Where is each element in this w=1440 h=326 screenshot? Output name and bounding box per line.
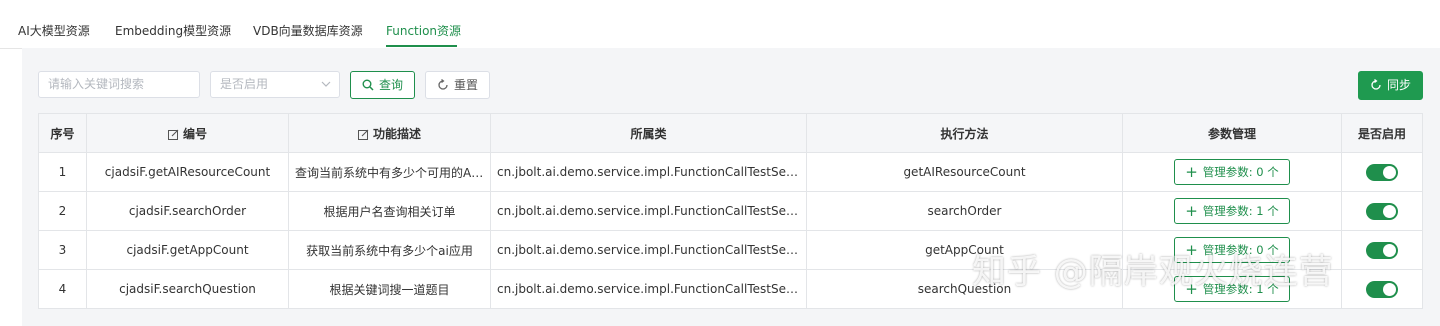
cell-enabled (1341, 191, 1423, 231)
table-header-row: 序号 编号 功能描述 所属类 执行方法 参数管理 是否启用 (38, 113, 1423, 153)
tab-embedding[interactable]: Embedding模型资源 (115, 22, 231, 39)
header-params: 参数管理 (1122, 113, 1342, 153)
manage-params-button[interactable]: + 管理参数: 0 个 (1174, 159, 1290, 185)
cell-params: + 管理参数: 0 个 (1122, 152, 1342, 192)
enabled-toggle[interactable] (1366, 241, 1398, 259)
sync-button-label: 同步 (1386, 78, 1411, 92)
sync-icon (1371, 79, 1381, 90)
search-icon (362, 79, 374, 91)
manage-params-label: 管理参数: 0 个 (1202, 165, 1279, 179)
enabled-toggle[interactable] (1366, 202, 1398, 220)
tab-vdb[interactable]: VDB向量数据库资源 (253, 22, 363, 39)
toggle-knob (1383, 165, 1396, 179)
tab-ai-model[interactable]: AI大模型资源 (18, 22, 90, 39)
table-row: 1 cjadsiF.getAIResourceCount 查询当前系统中有多少个… (38, 152, 1423, 192)
toggle-knob (1383, 204, 1396, 218)
tab-function[interactable]: Function资源 (386, 22, 461, 39)
refresh-icon (438, 79, 448, 90)
sync-button[interactable]: 同步 (1358, 71, 1423, 100)
query-button-label: 查询 (378, 78, 403, 92)
header-code: 编号 (86, 113, 289, 153)
cell-index: 2 (38, 191, 87, 231)
header-enabled: 是否启用 (1341, 113, 1423, 153)
plus-icon: + (1185, 163, 1198, 181)
cell-desc: 根据用户名查询相关订单 (288, 191, 491, 231)
watermark: 知乎 @隔岸观火烧连营 (972, 252, 1334, 292)
cell-class: cn.jbolt.ai.demo.service.impl.FunctionCa… (490, 230, 807, 270)
cell-code: cjadsiF.searchOrder (86, 191, 289, 231)
header-desc: 功能描述 (288, 113, 491, 153)
enabled-select-placeholder: 是否启用 (220, 77, 269, 91)
cell-code: cjadsiF.getAIResourceCount (86, 152, 289, 192)
chevron-down-icon (321, 81, 331, 87)
edit-icon (167, 129, 179, 140)
cell-params: + 管理参数: 1 个 (1122, 191, 1342, 231)
reset-button[interactable]: 重置 (425, 71, 490, 99)
enabled-toggle[interactable] (1366, 163, 1398, 181)
header-code-label: 编号 (182, 126, 207, 141)
table-row: 2 cjadsiF.searchOrder 根据用户名查询相关订单 cn.jbo… (38, 191, 1423, 231)
edit-icon (357, 129, 369, 140)
cell-class: cn.jbolt.ai.demo.service.impl.FunctionCa… (490, 191, 807, 231)
active-tab-indicator (386, 45, 457, 47)
cell-enabled (1341, 230, 1423, 270)
keyword-search-input[interactable]: 请输入关键词搜索 (38, 71, 200, 98)
reset-button-label: 重置 (453, 78, 478, 92)
manage-params-button[interactable]: + 管理参数: 1 个 (1174, 198, 1290, 224)
cell-enabled (1341, 152, 1423, 192)
header-index: 序号 (38, 113, 87, 153)
cell-desc: 查询当前系统中有多少个可用的AI... (288, 152, 491, 192)
plus-icon: + (1185, 202, 1198, 220)
cell-code: cjadsiF.getAppCount (86, 230, 289, 270)
cell-enabled (1341, 269, 1423, 309)
query-button[interactable]: 查询 (350, 71, 415, 99)
cell-method: getAIResourceCount (806, 152, 1123, 192)
cell-desc: 获取当前系统中有多少个ai应用 (288, 230, 491, 270)
header-class: 所属类 (490, 113, 807, 153)
cell-desc: 根据关键词搜一道题目 (288, 269, 491, 309)
toggle-knob (1383, 282, 1396, 296)
cell-class: cn.jbolt.ai.demo.service.impl.FunctionCa… (490, 269, 807, 309)
cell-index: 1 (38, 152, 87, 192)
tab-bar: AI大模型资源 Embedding模型资源 VDB向量数据库资源 Functio… (0, 0, 1440, 49)
manage-params-label: 管理参数: 1 个 (1202, 204, 1279, 218)
enabled-toggle[interactable] (1366, 280, 1398, 298)
cell-index: 4 (38, 269, 87, 309)
cell-code: cjadsiF.searchQuestion (86, 269, 289, 309)
cell-index: 3 (38, 230, 87, 270)
header-method: 执行方法 (806, 113, 1123, 153)
cell-method: searchOrder (806, 191, 1123, 231)
toggle-knob (1383, 243, 1396, 257)
header-desc-label: 功能描述 (372, 126, 421, 141)
cell-class: cn.jbolt.ai.demo.service.impl.FunctionCa… (490, 152, 807, 192)
enabled-select[interactable]: 是否启用 (210, 71, 340, 98)
